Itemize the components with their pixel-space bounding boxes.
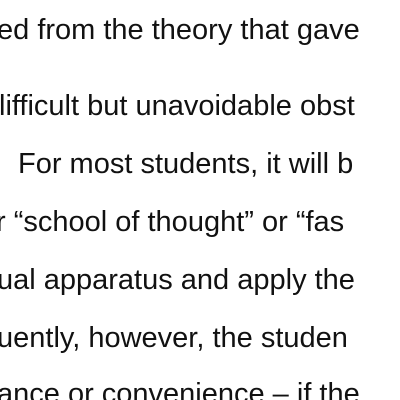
text-line-6: uently, however, the studen [0,322,348,354]
text-line-4: r “school of thought” or “fas [0,206,345,238]
document-page: ed from the theory that gave lifficult b… [0,0,400,400]
text-line-3: For most students, it will b [18,148,354,180]
text-line-7: ance or convenience – if the [0,378,360,400]
text-line-2: lifficult but unavoidable obst [0,90,355,122]
text-line-5: ual apparatus and apply the [0,264,355,296]
text-line-1: ed from the theory that gave [0,14,360,46]
